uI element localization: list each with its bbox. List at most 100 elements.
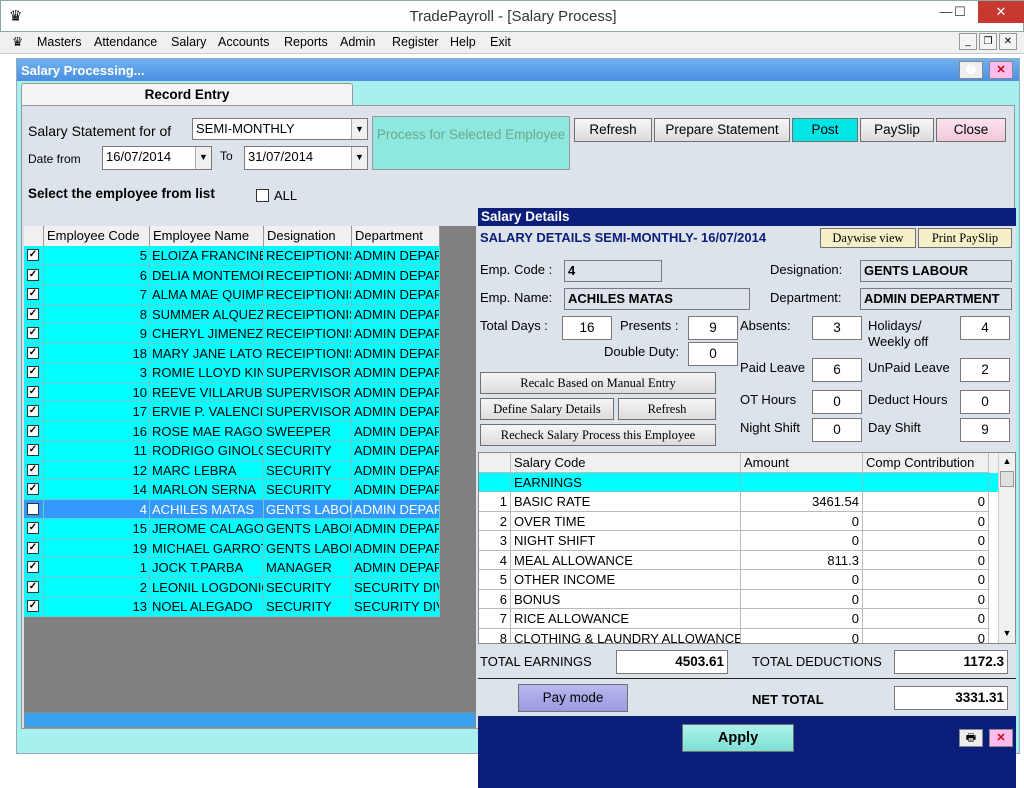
menu-register[interactable]: Register bbox=[392, 35, 439, 49]
employee-row[interactable]: ✓ 10 REEVE VILLARUBIA SUPERVISOR ADMIN DEPAR… bbox=[24, 382, 440, 402]
row-select-cell[interactable]: ✓ bbox=[24, 382, 44, 402]
mdi-close-icon[interactable]: ✕ bbox=[999, 33, 1017, 50]
row-select-cell[interactable]: ✓ bbox=[24, 324, 44, 344]
salary-grid-scrollbar[interactable]: ▲ ▼ bbox=[998, 453, 1015, 643]
row-checkbox[interactable]: ✓ bbox=[27, 483, 39, 495]
scroll-up-icon[interactable]: ▲ bbox=[1000, 453, 1014, 469]
row-select-cell[interactable]: ✓ bbox=[24, 499, 44, 519]
maximize-button[interactable]: ☐ bbox=[945, 1, 975, 23]
recalc-button[interactable]: Recalc Based on Manual Entry bbox=[480, 372, 716, 394]
employee-row[interactable]: ✓ 3ROMIE LLOYD KINGSUPERVISORADMIN DEPART… bbox=[24, 363, 440, 383]
calendar-dropdown-icon[interactable]: ▼ bbox=[195, 147, 211, 169]
employee-row[interactable]: ✓ 5ELOIZA FRANCINERECEIPTIONISTADMIN DEPA… bbox=[24, 246, 440, 266]
row-checkbox[interactable]: ✓ bbox=[27, 561, 39, 573]
close-window-button[interactable]: ✕ bbox=[978, 1, 1024, 23]
day-shift-field[interactable]: 9 bbox=[960, 418, 1010, 442]
employee-row[interactable]: ✓ 19MICHAEL GARROTEGENTS LABOURADMIN DEPA… bbox=[24, 538, 440, 558]
paid-leave-field[interactable]: 6 bbox=[812, 358, 862, 382]
header-employee-name[interactable]: Employee Name bbox=[150, 226, 264, 246]
row-select-cell[interactable]: ✓ bbox=[24, 558, 44, 578]
salary-row[interactable]: 5 OTHER INCOME 0 0 bbox=[479, 570, 999, 590]
menu-masters[interactable]: Masters bbox=[37, 35, 81, 49]
daywise-view-button[interactable]: Daywise view bbox=[820, 228, 916, 248]
row-select-cell[interactable]: ✓ bbox=[24, 421, 44, 441]
row-checkbox[interactable]: ✓ bbox=[27, 463, 39, 476]
row-select-cell[interactable]: ✓ bbox=[24, 577, 44, 597]
calendar-dropdown-icon[interactable]: ▼ bbox=[351, 147, 367, 169]
row-checkbox[interactable]: ✓ bbox=[27, 444, 39, 456]
row-select-cell[interactable]: ✓ bbox=[24, 304, 44, 324]
header-salary-code[interactable]: Salary Code bbox=[511, 453, 741, 473]
deduct-hours-field[interactable]: 0 bbox=[960, 390, 1010, 414]
close-child-icon[interactable]: ✕ bbox=[989, 61, 1013, 79]
row-select-cell[interactable]: ✓ bbox=[24, 402, 44, 422]
night-shift-field[interactable]: 0 bbox=[812, 418, 862, 442]
row-checkbox[interactable]: ✓ bbox=[27, 600, 39, 612]
all-checkbox[interactable] bbox=[256, 189, 269, 202]
date-from-input[interactable]: 16/07/2014 ▼ bbox=[102, 146, 212, 170]
row-checkbox[interactable]: ✓ bbox=[27, 288, 39, 300]
row-checkbox[interactable]: ✓ bbox=[27, 366, 39, 378]
row-checkbox[interactable]: ✓ bbox=[27, 307, 39, 320]
row-checkbox[interactable]: ✓ bbox=[27, 327, 39, 339]
pay-mode-button[interactable]: Pay mode bbox=[518, 684, 628, 712]
print-payslip-button[interactable]: Print PaySlip bbox=[918, 228, 1012, 248]
row-select-cell[interactable]: ✓ bbox=[24, 285, 44, 305]
header-department[interactable]: Department bbox=[352, 226, 440, 246]
process-selected-button[interactable]: Process for Selected Employee bbox=[372, 116, 570, 170]
statement-select[interactable]: SEMI-MONTHLY ▼ bbox=[192, 118, 368, 140]
row-select-cell[interactable]: ✓ bbox=[24, 519, 44, 539]
row-select-cell[interactable]: ✓ bbox=[24, 460, 44, 480]
row-select-cell[interactable]: ✓ bbox=[24, 363, 44, 383]
salary-row[interactable]: 2 OVER TIME 0 0 bbox=[479, 511, 999, 531]
row-checkbox[interactable]: ✓ bbox=[27, 405, 39, 417]
menu-admin[interactable]: Admin bbox=[340, 35, 375, 49]
apply-button[interactable]: Apply bbox=[682, 724, 794, 752]
salary-row[interactable]: 6 BONUS 0 0 bbox=[479, 589, 999, 609]
mdi-restore-icon[interactable]: ❐ bbox=[979, 33, 997, 50]
row-select-cell[interactable]: ✓ bbox=[24, 538, 44, 558]
row-checkbox[interactable]: ✓ bbox=[27, 424, 39, 437]
header-employee-code[interactable]: Employee Code bbox=[44, 226, 150, 246]
header-comp-contribution[interactable]: Comp Contribution bbox=[863, 453, 989, 473]
row-checkbox[interactable]: ✓ bbox=[27, 249, 39, 261]
employee-row[interactable]: ✓ 8SUMMER ALQUEZARECEIPTIONISTADMIN DEPAR… bbox=[24, 304, 440, 324]
menu-attendance[interactable]: Attendance bbox=[94, 35, 157, 49]
horizontal-scrollbar[interactable] bbox=[24, 712, 476, 728]
absents-field[interactable]: 3 bbox=[812, 316, 862, 340]
salary-row[interactable]: 4 MEAL ALLOWANCE 811.3 0 bbox=[479, 550, 999, 570]
double-duty-field[interactable]: 0 bbox=[688, 342, 738, 366]
ot-hours-field[interactable]: 0 bbox=[812, 390, 862, 414]
header-designation[interactable]: Designation bbox=[264, 226, 352, 246]
refresh-button[interactable]: Refresh bbox=[574, 118, 652, 142]
print-icon[interactable]: 🖶 bbox=[959, 61, 983, 79]
recheck-button[interactable]: Recheck Salary Process this Employee bbox=[480, 424, 716, 446]
total-days-field[interactable]: 16 bbox=[562, 316, 612, 340]
row-select-cell[interactable]: ✓ bbox=[24, 265, 44, 285]
employee-row[interactable]: ✓ 14MARLON SERNASECURITYADMIN DEPARTMENT bbox=[24, 480, 440, 500]
row-select-cell[interactable]: ✓ bbox=[24, 597, 44, 617]
row-select-cell[interactable]: ✓ bbox=[24, 343, 44, 363]
salary-row[interactable]: 1 BASIC RATE 3461.54 0 bbox=[479, 492, 999, 512]
employee-row[interactable]: ✓ 15JEROME CALAGOSGENTS LABOURADMIN DEPAR… bbox=[24, 519, 440, 539]
menu-reports[interactable]: Reports bbox=[284, 35, 328, 49]
menu-salary[interactable]: Salary bbox=[171, 35, 206, 49]
row-select-cell[interactable]: ✓ bbox=[24, 480, 44, 500]
salary-row[interactable]: 8 CLOTHING & LAUNDRY ALLOWANCE 0 0 bbox=[479, 628, 999, 643]
row-checkbox[interactable]: ✓ bbox=[27, 346, 39, 359]
close-bottom-icon[interactable]: ✕ bbox=[989, 729, 1013, 747]
tab-record-entry[interactable]: Record Entry bbox=[21, 83, 353, 105]
header-amount[interactable]: Amount bbox=[741, 453, 863, 473]
refresh-details-button[interactable]: Refresh bbox=[618, 398, 716, 420]
payslip-button[interactable]: PaySlip bbox=[860, 118, 934, 142]
unpaid-leave-field[interactable]: 2 bbox=[960, 358, 1010, 382]
row-select-cell[interactable]: ✓ bbox=[24, 441, 44, 461]
row-checkbox[interactable]: ✓ bbox=[27, 541, 39, 554]
presents-field[interactable]: 9 bbox=[688, 316, 738, 340]
row-checkbox[interactable]: ✓ bbox=[27, 522, 39, 534]
employee-row[interactable]: ✓ 11RODRIGO GINOLOSSECURITYADMIN DEPARTME… bbox=[24, 441, 440, 461]
menu-help[interactable]: Help bbox=[450, 35, 476, 49]
employee-row[interactable]: ✓ 7ALMA MAE QUIMPORECEIPTIONISTADMIN DEPA… bbox=[24, 285, 440, 305]
holidays-field[interactable]: 4 bbox=[960, 316, 1010, 340]
row-checkbox[interactable]: ✓ bbox=[27, 580, 39, 593]
